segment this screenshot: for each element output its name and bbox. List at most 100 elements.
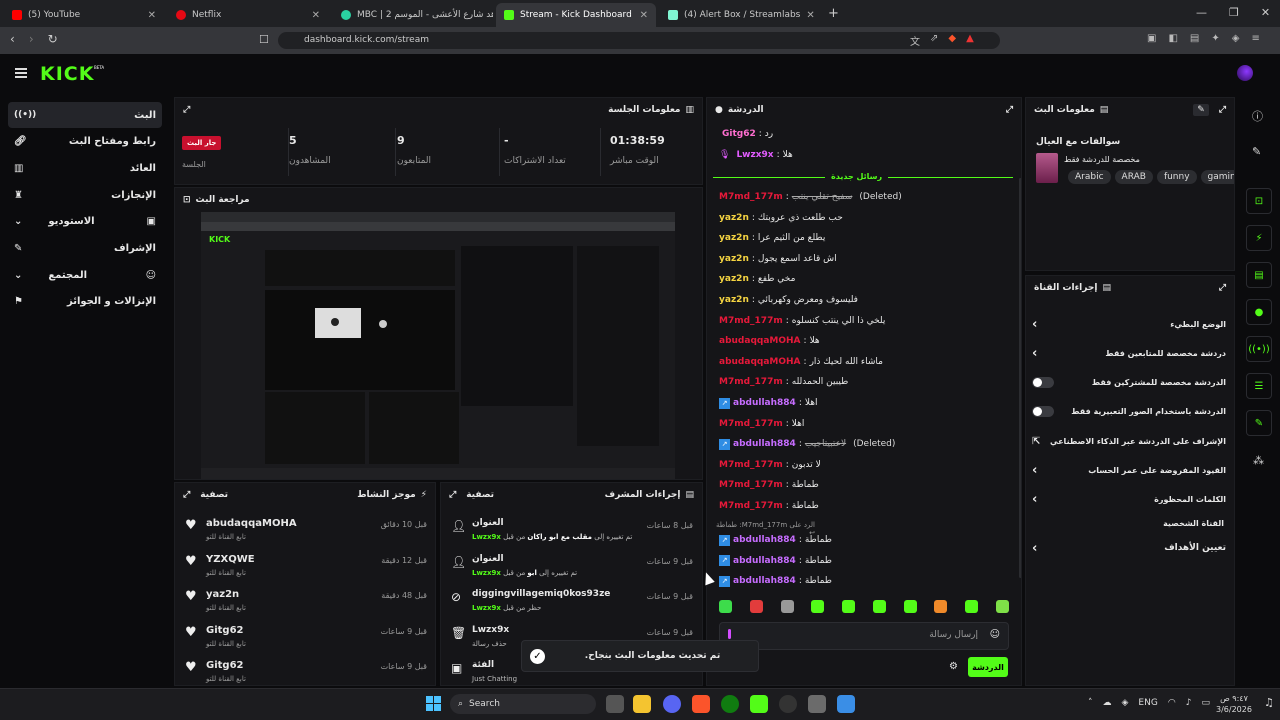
chat-rail-button[interactable]: ● xyxy=(1246,299,1272,325)
chat-message[interactable]: yaz2n: فليسوف ومعرض وكهربائي xyxy=(719,291,1014,309)
chat-username[interactable]: yaz2n xyxy=(719,213,749,223)
wrench-rail-button[interactable]: ✎ xyxy=(1246,410,1272,436)
vpn-icon[interactable]: ◈ xyxy=(1232,33,1240,44)
chat-message[interactable]: M7md_177m: لا تدبون xyxy=(719,456,1014,474)
tag[interactable]: ARAB xyxy=(1114,170,1153,184)
chat-message[interactable]: ↗ abdullah884: طماطة xyxy=(719,531,1014,549)
list-item[interactable]: 👤︎ العنوان تم تغييره إلى مقلب مع ابو راكان… xyxy=(441,513,702,547)
start-icon[interactable] xyxy=(426,696,441,711)
expand-icon[interactable]: ⤢ xyxy=(449,490,456,500)
discord-icon[interactable] xyxy=(663,695,681,713)
chevron-up-icon[interactable]: ˄ xyxy=(1088,698,1093,708)
send-chat-button[interactable]: الدردشة xyxy=(968,657,1008,677)
chat-username[interactable]: abudaqqaMOHA xyxy=(719,336,801,346)
activity-rail-button[interactable]: ⚡︎ xyxy=(1246,225,1272,251)
expand-icon[interactable]: ⤢ xyxy=(1219,283,1226,293)
brave-icon[interactable] xyxy=(692,695,710,713)
channel-action-row[interactable]: الكلمات المحظورة › xyxy=(1032,489,1226,509)
emote-icon[interactable] xyxy=(842,600,856,613)
filter-button[interactable]: تصفية xyxy=(466,490,494,500)
channel-action-row[interactable]: الإشراف على الدردشة عبر الذكاء الاصطناعي… xyxy=(1032,431,1226,451)
chat-username[interactable]: M7md_177m xyxy=(719,419,783,429)
emote-icon[interactable] xyxy=(934,600,948,613)
xbox-icon[interactable] xyxy=(721,695,739,713)
chat-username[interactable]: M7md_177m xyxy=(719,480,783,490)
settings-app-icon[interactable] xyxy=(808,695,826,713)
filter-button[interactable]: تصفية xyxy=(200,490,228,500)
chat-message[interactable]: abudaqqaMOHA: ماشاء الله لحيك ذار xyxy=(719,353,1014,371)
tab-kick-dashboard[interactable]: Stream - Kick Dashboard ✕ xyxy=(496,3,656,27)
chat-message[interactable]: ↗ abdullah884: طماطة xyxy=(719,552,1014,570)
edit-icon[interactable]: ✎ xyxy=(1193,104,1209,116)
chat-message[interactable]: M7md_177m: سفيح تقلي ينتب (Deleted) xyxy=(719,188,1014,206)
chat-username[interactable]: abdullah884 xyxy=(733,535,796,545)
ai-icon[interactable]: ✦ xyxy=(1211,33,1219,44)
chat-message[interactable]: M7md_177m: طماطة xyxy=(719,476,1014,494)
sidebar-item-achievements[interactable]: الإنجازات ♜ xyxy=(8,182,162,208)
chat-message[interactable]: M7md_177m: يلخي ذا الي ينتب كنسلوه xyxy=(719,312,1014,330)
chat-username[interactable]: abudaqqaMOHA xyxy=(719,357,801,367)
task-view-icon[interactable] xyxy=(606,695,624,713)
toggle-switch[interactable] xyxy=(1032,405,1054,417)
sidebar-item-drops[interactable]: الإنزالات و الجوائز ⚑ xyxy=(8,288,162,314)
expand-icon[interactable]: ⤢ xyxy=(183,490,190,500)
close-icon[interactable]: ✕ xyxy=(806,10,814,21)
tab-netflix[interactable]: Netflix ✕ xyxy=(168,3,328,27)
chat-message[interactable]: M7md_177m: طيبين الحمدلله xyxy=(719,373,1014,391)
taskbar-search[interactable]: ⌕ Search xyxy=(450,694,596,714)
list-item[interactable]: ♥ YZXQWE تابع القناة للتو قبل 12 دقيقة xyxy=(175,547,435,581)
close-window-icon[interactable]: ✕ xyxy=(1261,6,1270,19)
notepad-icon[interactable] xyxy=(837,695,855,713)
wifi-icon[interactable]: ◠ xyxy=(1168,698,1176,708)
sidebar-toggle-icon[interactable]: ▣ xyxy=(1147,33,1156,44)
channel-action-row[interactable]: الدردشة باستخدام الصور التعبيرية فقط xyxy=(1032,401,1226,421)
new-tab-button[interactable]: + xyxy=(828,6,839,21)
chat-input[interactable]: إرسال رسالة ☺ xyxy=(719,622,1009,650)
stream-video[interactable]: KICK xyxy=(201,212,675,479)
hamburger-icon[interactable] xyxy=(15,68,27,78)
list-item[interactable]: ♥ Gitg62 تابع القناة للتو قبل 9 ساعات xyxy=(175,618,435,652)
toggle-switch[interactable] xyxy=(1032,376,1054,388)
sidebar-item-moderation[interactable]: الإشراف ✎ xyxy=(8,235,162,261)
chat-username[interactable]: Lwzx9x xyxy=(736,150,773,160)
sidebar-item-community[interactable]: ☺ المجتمع ⌄ xyxy=(8,262,162,288)
address-input[interactable]: dashboard.kick.com/stream xyxy=(278,32,1000,49)
chat-message[interactable]: yaz2n: يطلع من الثيم عرا xyxy=(719,229,1014,247)
list-item[interactable]: ♥ abudaqqaMOHA تابع القناة للتو قبل 10 دقائ… xyxy=(175,511,435,545)
chat-username[interactable]: abdullah884 xyxy=(733,398,796,408)
info-rail-button[interactable]: ☰ xyxy=(1246,373,1272,399)
chat-message[interactable]: abudaqqaMOHA: هلا xyxy=(719,332,1014,350)
battery-icon[interactable]: ▭ xyxy=(1201,698,1210,708)
tab-shahid[interactable]: MBC | شاهد شارع الأعشى - الموسم 2 ✕ xyxy=(333,3,493,27)
chat-username[interactable]: abdullah884 xyxy=(733,439,796,449)
chat-username[interactable]: yaz2n xyxy=(719,274,749,284)
more-icon[interactable]: ⁂ xyxy=(1253,454,1264,467)
chat-message[interactable]: M7md_177m: اهلا xyxy=(719,415,1014,433)
mod-rail-button[interactable]: ▤ xyxy=(1246,262,1272,288)
chat-username[interactable]: yaz2n xyxy=(719,254,749,264)
emote-icon[interactable] xyxy=(965,600,979,613)
notification-bell-icon[interactable]: ♫ xyxy=(1264,696,1274,709)
sidebar-item-studio[interactable]: ▣ الاستوديو ⌄ xyxy=(8,208,162,234)
channel-action-row[interactable]: الوضع البطيء › xyxy=(1032,314,1226,334)
wallet-icon[interactable]: ▤ xyxy=(1190,33,1199,44)
expand-icon[interactable]: ⤢ xyxy=(183,105,190,115)
kick-app-icon[interactable] xyxy=(750,695,768,713)
translate-icon[interactable]: 文 xyxy=(910,33,920,48)
goals-row[interactable]: تعيين الأهداف › xyxy=(1032,538,1226,558)
emote-icon[interactable] xyxy=(872,600,886,613)
chat-scrollbar[interactable] xyxy=(1019,178,1021,578)
obs-icon[interactable] xyxy=(779,695,797,713)
onedrive-icon[interactable]: ☁ xyxy=(1103,698,1112,708)
minimize-icon[interactable]: — xyxy=(1196,6,1207,19)
tag[interactable]: gaming xyxy=(1200,170,1234,184)
chat-message[interactable]: ↗ abdullah884: اهلا xyxy=(719,394,1014,412)
chat-username[interactable]: Gitg62 xyxy=(722,129,756,139)
chat-username[interactable]: abdullah884 xyxy=(733,556,796,566)
chat-message[interactable]: ↗ abdullah884: طماطة xyxy=(719,572,1014,590)
chat-username[interactable]: M7md_177m xyxy=(719,501,783,511)
chat-username[interactable]: M7md_177m xyxy=(719,192,783,202)
emote-icon[interactable] xyxy=(995,600,1009,613)
bookmark-icon[interactable]: ☐ xyxy=(259,33,269,46)
forward-icon[interactable]: › xyxy=(29,32,34,46)
